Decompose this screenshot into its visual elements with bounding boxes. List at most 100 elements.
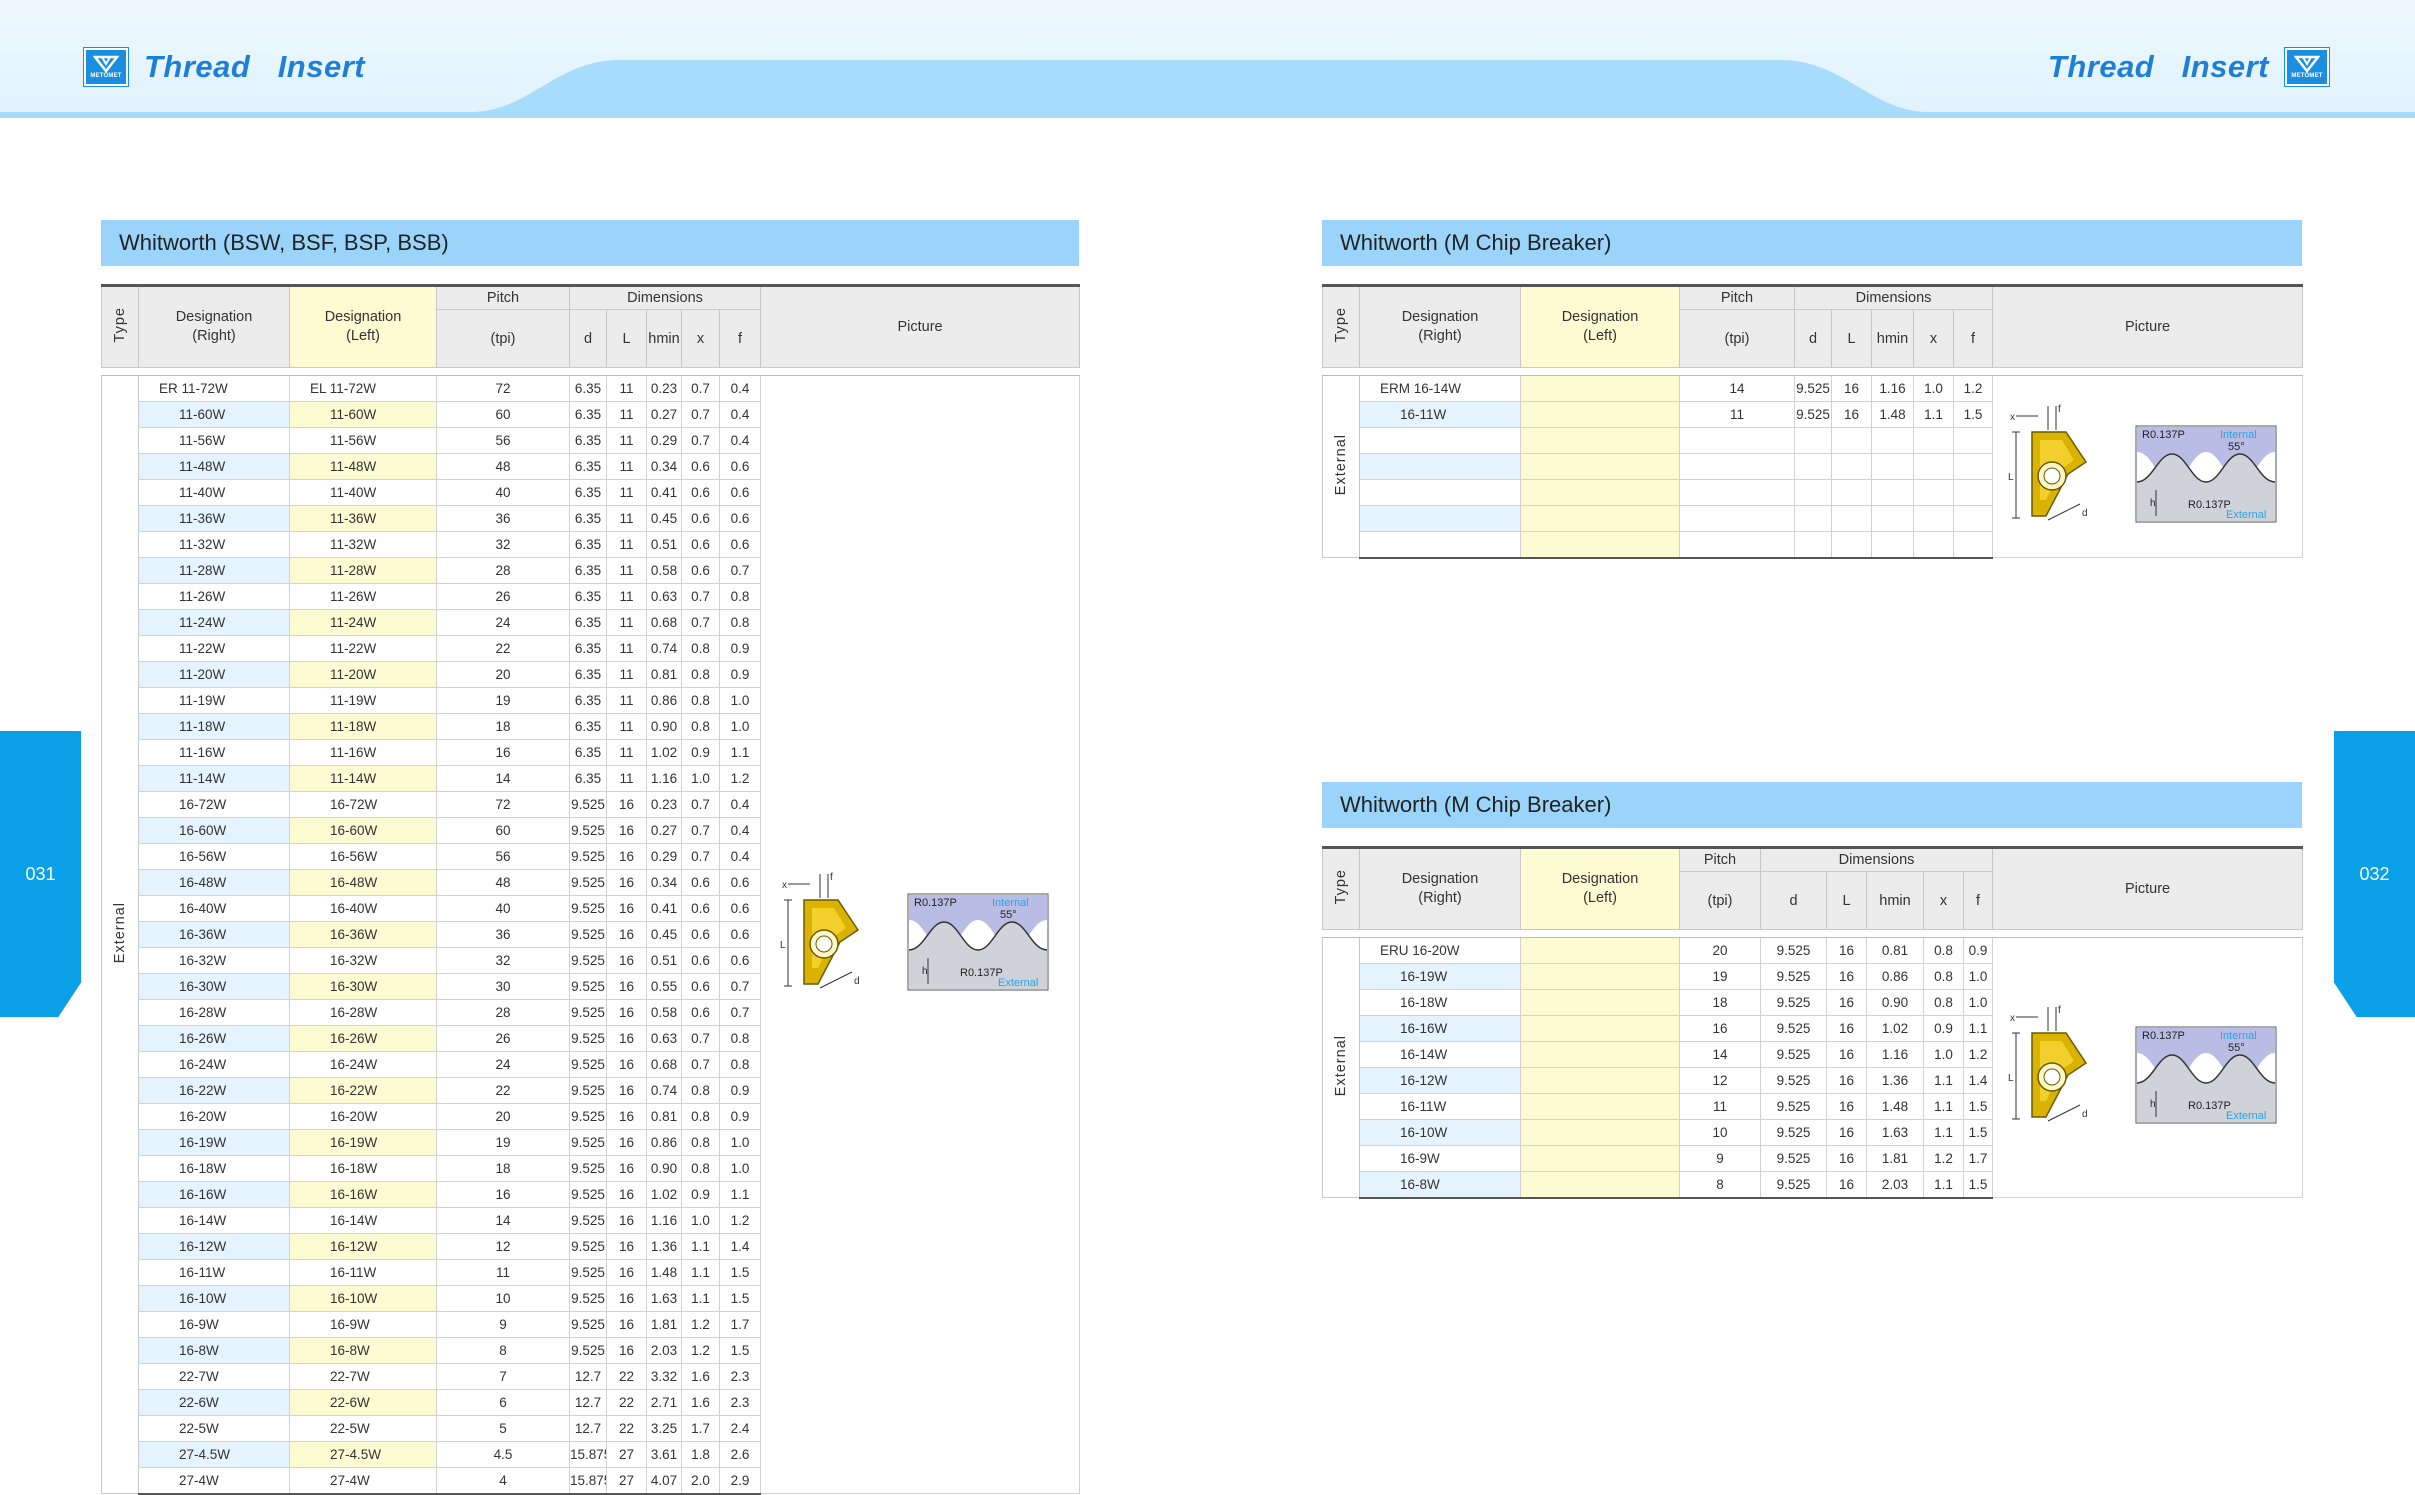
pitch-tpi-cell: 28	[436, 557, 570, 584]
designation-left-cell: 16-9W	[289, 1311, 437, 1338]
dim-L-cell: 16	[606, 1129, 647, 1156]
designation-right-cell: 16-16W	[1359, 1015, 1521, 1042]
pitch-tpi-cell: 60	[436, 817, 570, 844]
picture-cell: x f L d R0.137P Internal 55° h R0.137P E…	[1992, 937, 2304, 1198]
pitch-tpi-cell: 16	[1679, 1015, 1761, 1042]
pitch-tpi-cell: 9	[436, 1311, 570, 1338]
designation-left-cell: 16-22W	[289, 1077, 437, 1104]
dim-x-cell: 1.6	[681, 1363, 720, 1390]
pitch-tpi-cell: 16	[436, 1181, 570, 1208]
dim-f-cell: 1.1	[718, 1181, 762, 1208]
header-d: d	[1760, 871, 1827, 930]
dim-hmin-cell: 0.74	[646, 1077, 682, 1104]
designation-left-cell	[1520, 989, 1680, 1016]
dim-f-cell: 1.5	[1952, 401, 1994, 428]
designation-left-cell: 16-40W	[289, 895, 437, 922]
dim-L-cell: 22	[606, 1363, 647, 1390]
designation-left-cell	[1520, 505, 1680, 532]
dim-x-cell: 2.0	[681, 1467, 720, 1495]
dim-L-cell: 16	[1826, 1093, 1867, 1120]
dim-x-label: x	[2010, 412, 2015, 423]
designation-right-cell: 16-36W	[138, 921, 290, 948]
header-type: Type	[1322, 846, 1360, 930]
dim-L-cell: 16	[606, 1207, 647, 1234]
dim-hmin-cell: 0.23	[646, 791, 682, 818]
dim-hmin-cell	[1871, 453, 1914, 480]
header-x: x	[1913, 309, 1954, 368]
designation-right-cell: 16-11W	[138, 1259, 290, 1286]
dim-hmin-cell: 1.81	[646, 1311, 682, 1338]
dim-x-cell: 0.6	[681, 973, 720, 1000]
designation-right-cell: 11-24W	[138, 609, 290, 636]
dim-x-cell: 0.8	[681, 1077, 720, 1104]
designation-right-cell: 11-56W	[138, 427, 290, 454]
dim-hmin-cell: 1.16	[1866, 1041, 1924, 1068]
dim-x-cell: 1.2	[681, 1337, 720, 1364]
designation-left-cell: 16-10W	[289, 1285, 437, 1312]
header-picture: Picture	[1992, 846, 2304, 930]
designation-left-cell: 11-60W	[289, 401, 437, 428]
dim-f-cell: 1.1	[1962, 1015, 1994, 1042]
dim-hmin-cell: 4.07	[646, 1467, 682, 1495]
dim-d-cell: 9.525	[1760, 1015, 1827, 1042]
dim-x-cell	[1913, 479, 1954, 506]
dim-L-cell: 11	[606, 531, 647, 558]
dim-d-cell: 6.35	[569, 375, 607, 402]
designation-left-cell: 16-36W	[289, 921, 437, 948]
dim-f-cell: 1.2	[1952, 375, 1994, 402]
angle-label: 55°	[1000, 909, 1017, 921]
dim-f-cell: 2.4	[718, 1415, 762, 1442]
dim-d-cell: 15.875	[569, 1441, 607, 1468]
dim-hmin-cell	[1871, 479, 1914, 506]
dim-hmin-cell: 2.03	[1866, 1171, 1924, 1199]
dim-x-cell: 1.1	[1913, 401, 1954, 428]
designation-right-cell: 16-12W	[1359, 1067, 1521, 1094]
header-designation-left: Designation (Left)	[289, 284, 437, 368]
dim-d-cell: 6.35	[569, 479, 607, 506]
dim-d-cell: 9.525	[569, 1233, 607, 1260]
designation-right-cell: 11-19W	[138, 687, 290, 714]
dim-f-cell: 0.8	[718, 1051, 762, 1078]
dim-f-cell: 1.1	[718, 739, 762, 766]
dim-x-cell: 0.6	[681, 895, 720, 922]
type-cell: External	[101, 375, 139, 1494]
thread-profile-diagram: R0.137P Internal 55° h R0.137P External	[2135, 1026, 2277, 1124]
designation-right-cell: 22-5W	[138, 1415, 290, 1442]
designation-left-cell: 11-18W	[289, 713, 437, 740]
dim-L-cell: 11	[606, 661, 647, 688]
designation-left-cell: 27-4W	[289, 1467, 437, 1495]
dim-f-cell: 1.7	[718, 1311, 762, 1338]
dim-d-cell: 6.35	[569, 505, 607, 532]
dim-L-cell: 11	[606, 375, 647, 402]
dim-x-cell: 0.9	[1923, 1015, 1964, 1042]
dim-d-cell: 9.525	[1760, 1067, 1827, 1094]
dim-x-cell: 1.1	[1923, 1119, 1964, 1146]
dim-d-cell: 9.525	[1760, 937, 1827, 964]
dim-d-cell: 9.525	[569, 895, 607, 922]
designation-left-cell	[1520, 1067, 1680, 1094]
header-title-left: Thread Insert	[144, 49, 366, 84]
dim-f-cell: 0.8	[718, 1025, 762, 1052]
dim-hmin-cell: 0.55	[646, 973, 682, 1000]
designation-left-cell	[1520, 427, 1680, 454]
designation-right-cell	[1359, 505, 1521, 532]
dim-hmin-cell	[1871, 505, 1914, 532]
header-f: f	[1962, 871, 1994, 930]
pitch-tpi-cell: 20	[436, 661, 570, 688]
dim-L-cell: 11	[606, 687, 647, 714]
designation-left-cell: 16-60W	[289, 817, 437, 844]
dim-x-cell: 0.9	[681, 1181, 720, 1208]
dim-x-cell: 1.1	[1923, 1171, 1964, 1199]
designation-left-cell: 11-56W	[289, 427, 437, 454]
designation-right-cell: 11-14W	[138, 765, 290, 792]
dim-L-label: L	[2008, 1073, 2014, 1084]
dim-hmin-cell: 1.48	[1871, 401, 1914, 428]
dim-L-cell: 16	[1826, 1171, 1867, 1199]
designation-right-cell: 16-8W	[138, 1337, 290, 1364]
pitch-tpi-cell: 19	[436, 687, 570, 714]
designation-right-cell: 16-24W	[138, 1051, 290, 1078]
pitch-tpi-cell: 19	[1679, 963, 1761, 990]
dim-d-cell: 6.35	[569, 687, 607, 714]
dim-L-cell: 16	[606, 1051, 647, 1078]
dim-d-cell: 9.525	[1760, 1119, 1827, 1146]
